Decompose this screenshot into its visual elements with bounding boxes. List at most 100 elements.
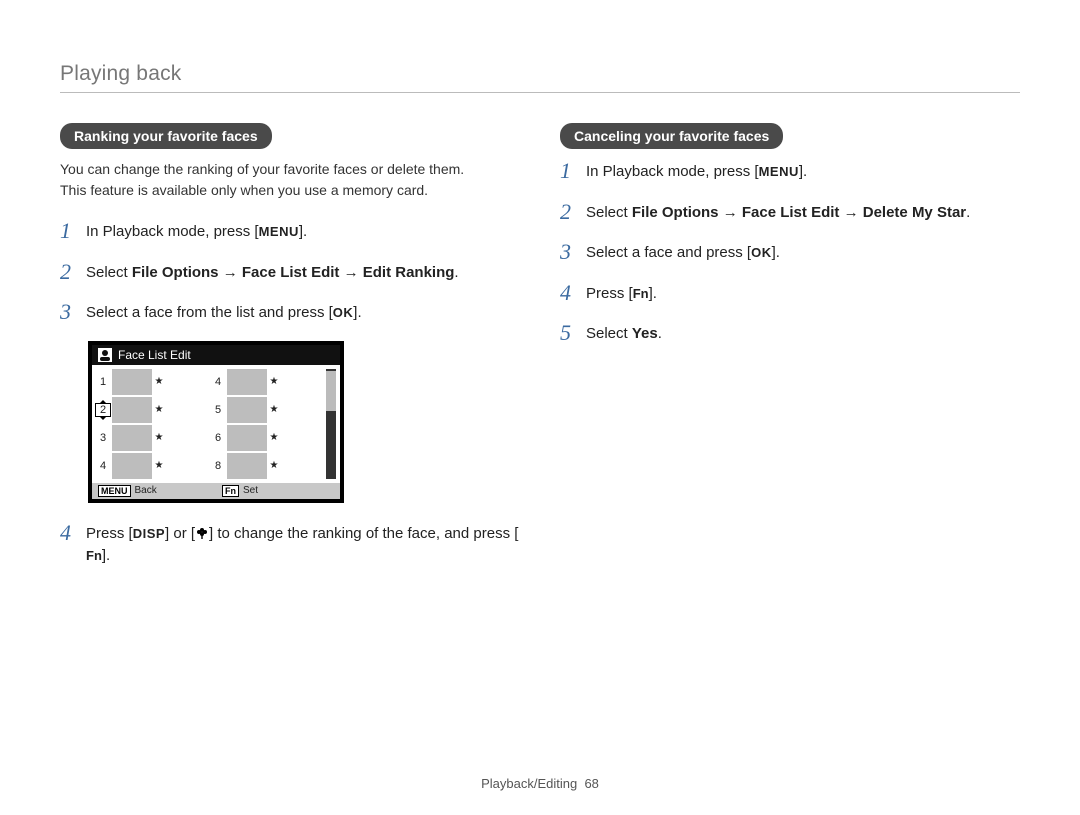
step-num: 5: [560, 321, 586, 345]
scrollbar-thumb: [326, 371, 336, 411]
step-body: Select a face from the list and press [O…: [86, 300, 520, 325]
step-body: Press [Fn].: [586, 281, 1020, 306]
face-thumb: [227, 453, 267, 479]
screen-title: Face List Edit: [118, 348, 191, 362]
face-row: 4★: [211, 369, 324, 395]
rank: 5: [211, 404, 225, 416]
star-icon: ★: [154, 460, 164, 471]
face-row: 3★: [96, 425, 209, 451]
macro-icon: [195, 526, 209, 540]
face-thumb: [227, 369, 267, 395]
face-list-icon: [98, 348, 112, 362]
text: Press [: [86, 525, 133, 542]
menu-key: MENU: [759, 162, 799, 182]
right-step-1: 1 In Playback mode, press [MENU].: [560, 159, 1020, 184]
text: Select: [586, 204, 632, 221]
step-num: 1: [560, 159, 586, 183]
text: Select: [586, 325, 632, 342]
face-thumb: [227, 425, 267, 451]
ok-key: OK: [751, 243, 772, 263]
text: ] to change the ranking of the face, and…: [209, 525, 518, 542]
rank: 4: [211, 376, 225, 388]
text: Select a face from the list and press [: [86, 304, 333, 321]
face-row: 5★: [211, 397, 324, 423]
star-icon: ★: [154, 404, 164, 415]
step-num: 4: [60, 521, 86, 545]
star-icon: ★: [269, 432, 279, 443]
rank: 4: [96, 460, 110, 472]
footer-set: Fn Set: [216, 483, 340, 499]
right-step-2: 2 Select File Options → Face List Edit →…: [560, 200, 1020, 225]
col-right: Canceling your favorite faces 1 In Playb…: [560, 123, 1020, 584]
screen-mock: Face List Edit 1★ 2★ 3★ 4★ 4★ 5★ 6★ 8★: [88, 341, 344, 503]
ok-key: OK: [333, 303, 354, 323]
intro-line1: You can change the ranking of your favor…: [60, 161, 464, 177]
star-icon: ★: [269, 460, 279, 471]
fn-key: Fn: [86, 546, 102, 566]
bold: Yes: [632, 325, 658, 342]
step-body: Select a face and press [OK].: [586, 240, 1020, 265]
menu-key: MENU: [259, 222, 299, 242]
footer-page: 68: [584, 776, 598, 791]
columns: Ranking your favorite faces You can chan…: [60, 123, 1020, 584]
rank-selected: 2: [96, 404, 110, 416]
fn-key: Fn: [633, 284, 649, 304]
arrow: →: [339, 264, 362, 281]
left-step-2: 2 Select File Options → Face List Edit →…: [60, 260, 520, 285]
menu-key-mini: MENU: [98, 485, 131, 497]
step-num: 2: [60, 260, 86, 284]
text: ].: [299, 223, 307, 240]
face-col-left: 1★ 2★ 3★ 4★: [96, 369, 209, 479]
step-num: 3: [560, 240, 586, 264]
step-num: 4: [560, 281, 586, 305]
page: Playing back Ranking your favorite faces…: [0, 0, 1080, 584]
intro-line2: This feature is available only when you …: [60, 182, 428, 198]
face-thumb: [227, 397, 267, 423]
bold: Face List Edit: [242, 264, 340, 281]
step-body: Press [DISP] or [ ] to change the ranking…: [86, 521, 520, 568]
bold: Edit Ranking: [363, 264, 455, 281]
scrollbar: [326, 369, 336, 479]
text: Select a face and press [: [586, 244, 751, 261]
right-step-4: 4 Press [Fn].: [560, 281, 1020, 306]
face-thumb: [112, 369, 152, 395]
step-num: 2: [560, 200, 586, 224]
step-body: Select Yes.: [586, 321, 1020, 346]
screen-footer: MENU Back Fn Set: [92, 483, 340, 499]
back-label: Back: [135, 485, 157, 496]
face-row: 1★: [96, 369, 209, 395]
step-num: 1: [60, 219, 86, 243]
text: Press [: [586, 285, 633, 302]
col-left: Ranking your favorite faces You can chan…: [60, 123, 520, 584]
right-step-5: 5 Select Yes.: [560, 321, 1020, 346]
step-body: In Playback mode, press [MENU].: [586, 159, 1020, 184]
text: .: [658, 325, 662, 342]
rank: 6: [211, 432, 225, 444]
face-row: 4★: [96, 453, 209, 479]
footer-back: MENU Back: [92, 483, 216, 499]
star-icon: ★: [154, 376, 164, 387]
text: Select: [86, 264, 132, 281]
text: ].: [353, 304, 361, 321]
right-step-3: 3 Select a face and press [OK].: [560, 240, 1020, 265]
face-row: 8★: [211, 453, 324, 479]
text: ].: [102, 547, 110, 564]
fn-key-mini: Fn: [222, 485, 239, 497]
set-label: Set: [243, 485, 258, 496]
rank: 1: [96, 376, 110, 388]
face-col-right: 4★ 5★ 6★ 8★: [211, 369, 324, 479]
step-body: Select File Options → Face List Edit → E…: [86, 260, 520, 285]
text: ].: [799, 163, 807, 180]
face-row: 2★: [96, 397, 209, 423]
arrow: →: [839, 204, 862, 221]
text: .: [454, 264, 458, 281]
disp-key: DISP: [133, 524, 165, 544]
face-thumb: [112, 453, 152, 479]
text: In Playback mode, press [: [586, 163, 759, 180]
arrow: →: [219, 264, 242, 281]
text: ].: [649, 285, 657, 302]
left-step-3: 3 Select a face from the list and press …: [60, 300, 520, 325]
text: ] or [: [165, 525, 195, 542]
step-body: Select File Options → Face List Edit → D…: [586, 200, 1020, 225]
star-icon: ★: [154, 432, 164, 443]
